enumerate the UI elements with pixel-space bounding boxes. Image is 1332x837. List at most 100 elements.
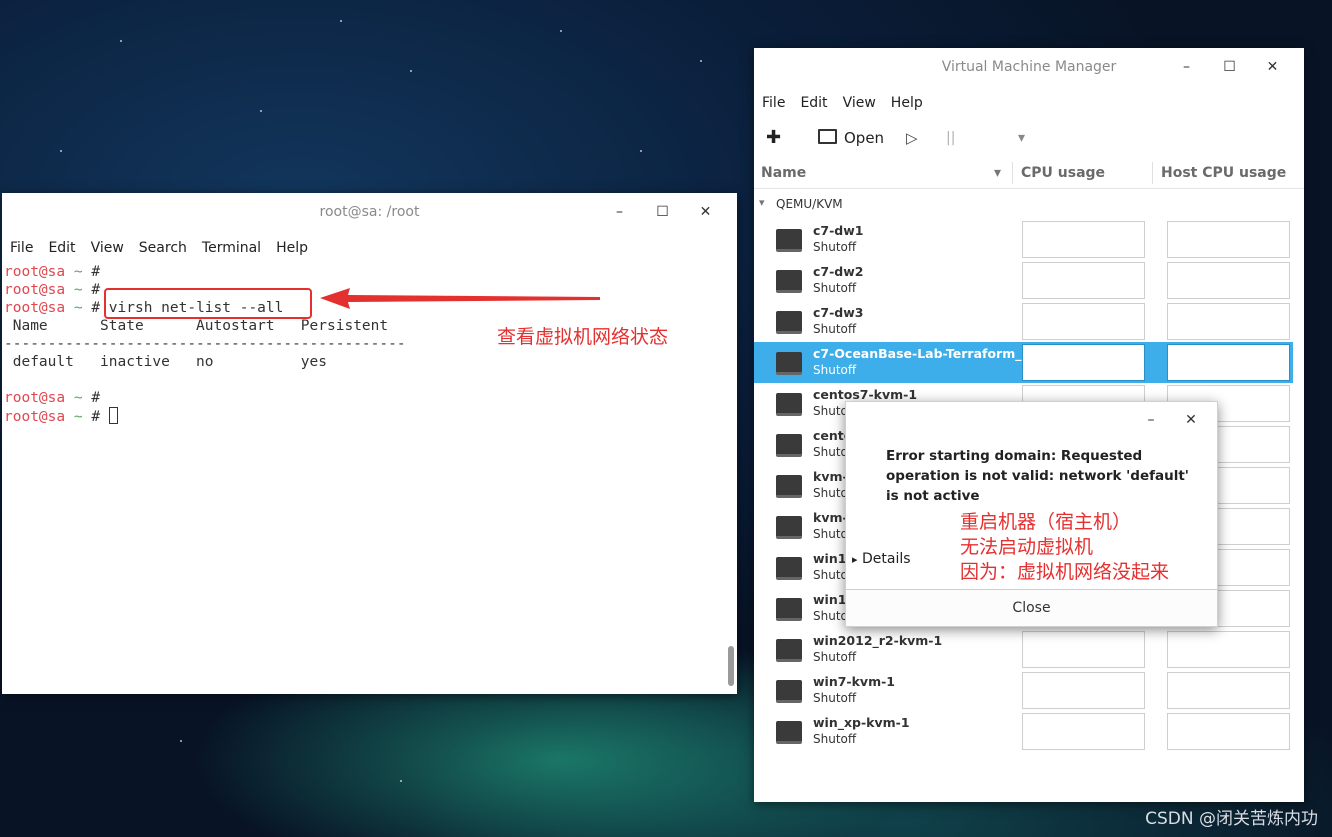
cpu-usage-graph [1022, 672, 1145, 709]
vm-monitor-icon [776, 311, 802, 334]
close-icon[interactable]: ✕ [1171, 402, 1211, 438]
vm-row[interactable]: c7-dw3 Shutoff [754, 301, 1293, 342]
text-cursor [108, 407, 118, 424]
maximize-icon[interactable]: ☐ [641, 193, 684, 231]
prompt-hash: # [91, 282, 101, 298]
vm-name: win7-kvm-1 [813, 674, 895, 689]
prompt-tilde: ~ [65, 282, 92, 298]
column-name[interactable]: Name [761, 158, 806, 188]
vm-name: centos7-kvm-1 [813, 387, 918, 402]
star [180, 740, 182, 742]
menu-view[interactable]: View [91, 240, 124, 256]
host-cpu-usage-graph [1167, 262, 1290, 299]
vm-monitor-icon [776, 721, 802, 744]
cpu-usage-graph [1022, 713, 1145, 750]
menu-edit[interactable]: Edit [48, 240, 75, 256]
vm-monitor-icon [776, 352, 802, 375]
terminal-menubar: File Edit View Search Terminal Help [2, 235, 737, 261]
expand-chevron-icon[interactable]: ▾ [759, 196, 765, 209]
expand-arrow-icon[interactable]: ▸ [852, 553, 858, 566]
prompt-line: root@sa ~ # [4, 281, 100, 299]
vm-state: Shutoff [813, 240, 857, 254]
vm-state: Shutoff [813, 281, 857, 295]
vm-row[interactable]: win2012_r2-kvm-1 Shutoff [754, 629, 1293, 670]
sort-chevron-icon[interactable]: ▾ [994, 158, 1001, 188]
star [410, 70, 412, 72]
new-vm-icon[interactable]: ✚ [766, 118, 781, 158]
cpu-usage-graph [1022, 262, 1145, 299]
details-expander[interactable]: ▸ Details [852, 551, 911, 567]
vm-monitor-icon [776, 434, 802, 457]
maximize-icon[interactable]: ☐ [1208, 48, 1251, 86]
prompt-tilde: ~ [65, 409, 92, 425]
vm-row[interactable]: win7-kvm-1 Shutoff [754, 670, 1293, 711]
vm-state: Shutoff [813, 322, 857, 336]
table-row: default inactive no yes [4, 354, 328, 370]
menu-help[interactable]: Help [276, 240, 308, 256]
menu-edit[interactable]: Edit [800, 95, 827, 111]
run-icon[interactable]: ▷ [906, 118, 918, 158]
minimize-icon[interactable]: – [1131, 402, 1171, 438]
menu-file[interactable]: File [10, 240, 33, 256]
vm-name: win1 [813, 551, 847, 566]
vm-monitor-icon [776, 557, 802, 580]
vm-name: c7-dw2 [813, 264, 864, 279]
vm-row[interactable]: c7-OceanBase-Lab-Terraform_1 Shutoff [754, 342, 1293, 383]
vm-row[interactable]: c7-dw2 Shutoff [754, 260, 1293, 301]
open-button[interactable]: Open [844, 118, 884, 158]
menu-help[interactable]: Help [891, 95, 923, 111]
pause-icon[interactable]: || [946, 118, 955, 158]
prompt-hash: # [91, 264, 101, 280]
vm-name: kvm- [813, 510, 848, 525]
vm-monitor-icon [776, 639, 802, 662]
vm-state: Shutoff [813, 691, 857, 705]
menu-terminal[interactable]: Terminal [202, 240, 261, 256]
minimize-icon[interactable]: – [598, 193, 641, 231]
chevron-down-icon[interactable]: ▾ [1018, 118, 1025, 158]
vm-monitor-icon [776, 475, 802, 498]
star [400, 780, 402, 782]
vm-monitor-icon [776, 680, 802, 703]
vm-list-header: Name ▾ CPU usage Host CPU usage [754, 158, 1304, 189]
dialog-annotation-line: 重启机器（宿主机） [960, 511, 1132, 533]
terminal-titlebar[interactable]: root@sa: /root – ☐ ✕ [2, 193, 737, 231]
connection-group[interactable]: ▾ QEMU/KVM [754, 189, 1304, 219]
star [60, 150, 62, 152]
star [700, 60, 702, 62]
vmm-titlebar[interactable]: Virtual Machine Manager – ☐ ✕ [754, 48, 1304, 86]
prompt-tilde: ~ [65, 300, 92, 316]
vmm-toolbar: ✚ Open ▷ || ▾ [754, 118, 1304, 158]
prompt-user: root@sa [4, 390, 66, 406]
vm-state: Shuto [813, 445, 848, 459]
prompt-user: root@sa [4, 409, 66, 425]
menu-view[interactable]: View [843, 95, 876, 111]
column-host-cpu-usage[interactable]: Host CPU usage [1161, 158, 1286, 188]
menu-search[interactable]: Search [139, 240, 187, 256]
host-cpu-usage-graph [1167, 303, 1290, 340]
command-highlight-box [104, 288, 312, 319]
details-label: Details [861, 551, 911, 567]
cpu-usage-graph [1022, 344, 1145, 381]
vm-row[interactable]: win_xp-kvm-1 Shutoff [754, 711, 1293, 752]
dialog-annotation-line: 无法启动虚拟机 [960, 536, 1094, 558]
terminal-window: root@sa: /root – ☐ ✕ File Edit View Sear… [2, 193, 737, 694]
prompt-line: root@sa ~ # [4, 389, 100, 407]
close-button[interactable]: Close [846, 589, 1217, 626]
vm-monitor-icon [776, 598, 802, 621]
close-icon[interactable]: ✕ [1251, 48, 1294, 86]
host-cpu-usage-graph [1167, 672, 1290, 709]
scrollbar[interactable] [728, 646, 734, 686]
minimize-icon[interactable]: – [1165, 48, 1208, 86]
star [640, 150, 642, 152]
vm-row[interactable]: c7-dw1 Shutoff [754, 219, 1293, 260]
column-cpu-usage[interactable]: CPU usage [1021, 158, 1105, 188]
prompt-tilde: ~ [65, 264, 92, 280]
terminal-annotation: 查看虚拟机网络状态 [497, 326, 669, 348]
vm-name: c7-dw3 [813, 305, 864, 320]
close-icon[interactable]: ✕ [684, 193, 727, 231]
prompt-hash: # [91, 390, 101, 406]
menu-file[interactable]: File [762, 95, 785, 111]
vm-monitor-icon [776, 393, 802, 416]
host-cpu-usage-graph [1167, 713, 1290, 750]
prompt-user: root@sa [4, 282, 66, 298]
